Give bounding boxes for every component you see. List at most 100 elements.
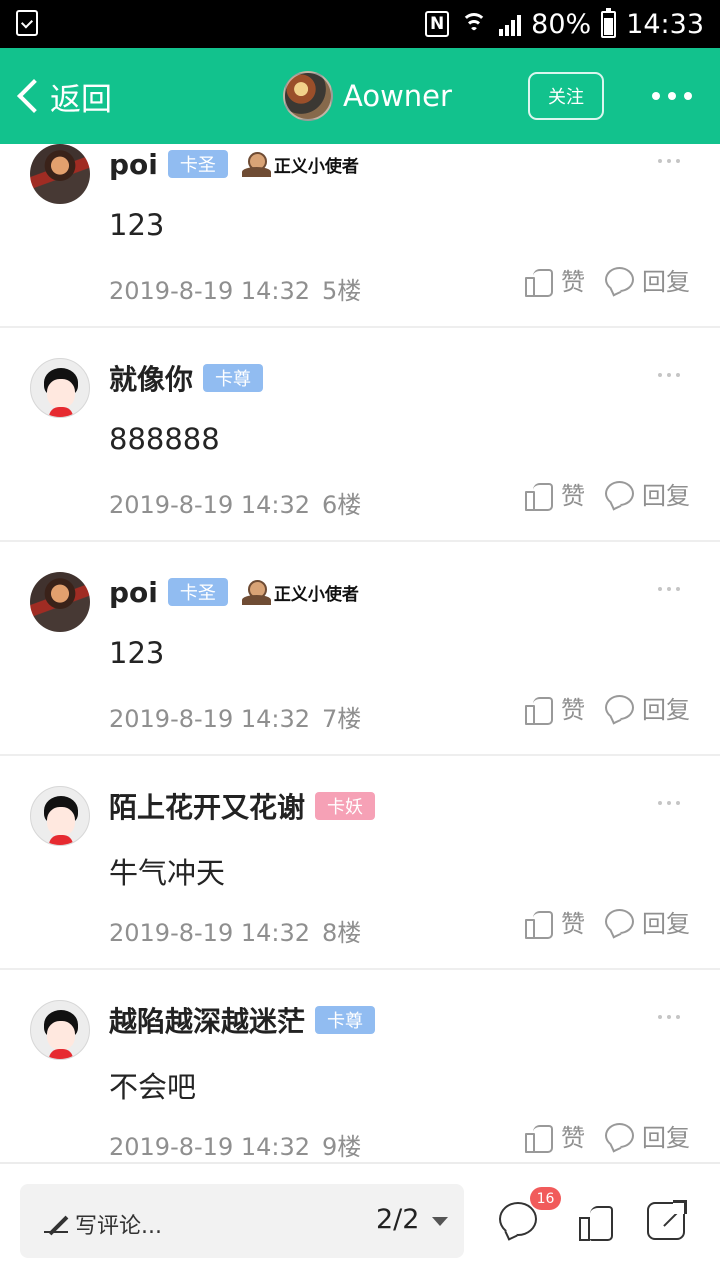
like-label: 赞 xyxy=(561,1124,585,1152)
username[interactable]: 就像你 xyxy=(109,358,193,398)
avatar[interactable] xyxy=(30,1000,90,1060)
comment-item: 就像你 卡尊 888888 2019-8-19 14:32 6楼 赞 回复 xyxy=(0,328,720,542)
floor-number: 9楼 xyxy=(322,1133,362,1161)
back-button[interactable]: 返回 xyxy=(12,72,112,120)
like-button[interactable]: 赞 xyxy=(524,476,585,511)
medal-label: 正义小使者 xyxy=(273,584,359,605)
medal-icon xyxy=(241,579,272,605)
nfc-icon: N xyxy=(425,11,450,37)
floor-number: 8楼 xyxy=(322,919,362,947)
thumbs-up-icon xyxy=(524,907,553,939)
avatar[interactable] xyxy=(30,572,90,632)
comment-meta: 2019-8-19 14:32 8楼 xyxy=(109,913,361,948)
reply-button[interactable]: 回复 xyxy=(605,262,690,297)
comment-actions: 赞 回复 xyxy=(524,904,690,939)
reply-label: 回复 xyxy=(642,1124,690,1152)
thumbs-up-icon xyxy=(524,479,553,511)
comment-meta: 2019-8-19 14:32 9楼 xyxy=(109,1127,361,1162)
avatar[interactable] xyxy=(30,358,90,418)
comment-header: 就像你 卡尊 xyxy=(109,358,264,398)
page-indicator[interactable]: 2/2 xyxy=(376,1204,419,1235)
comment-content: 123 xyxy=(109,636,165,670)
medal-icon xyxy=(241,151,272,177)
medal-badge: 正义小使者 xyxy=(241,151,359,177)
chevron-down-icon[interactable] xyxy=(432,1217,448,1226)
signal-icon xyxy=(499,12,522,36)
comments-button[interactable] xyxy=(499,1202,539,1242)
reply-label: 回复 xyxy=(642,482,690,510)
comment-actions: 赞 回复 xyxy=(524,690,690,725)
chat-bubble-icon xyxy=(605,909,634,934)
author-name[interactable]: Aowner xyxy=(343,79,452,113)
reply-button[interactable]: 回复 xyxy=(605,904,690,939)
comment-item: 陌上花开又花谢 卡妖 牛气冲天 2019-8-19 14:32 8楼 赞 回复 xyxy=(0,756,720,970)
comment-date: 2019-8-19 14:32 xyxy=(109,919,310,947)
like-button[interactable]: 赞 xyxy=(524,690,585,725)
rank-badge: 卡妖 xyxy=(315,792,376,820)
clipboard-check-icon xyxy=(16,10,38,36)
chat-bubble-icon xyxy=(605,695,634,720)
thumbs-up-icon xyxy=(524,693,553,725)
more-horizontal-icon[interactable] xyxy=(658,801,680,805)
battery-icon xyxy=(601,7,617,38)
comment-header: poi 卡圣 正义小使者 xyxy=(109,572,359,612)
like-button[interactable]: 赞 xyxy=(524,904,585,939)
floor-number: 6楼 xyxy=(322,491,362,519)
reply-button[interactable]: 回复 xyxy=(605,690,690,725)
comment-meta: 2019-8-19 14:32 5楼 xyxy=(109,271,361,306)
username[interactable]: poi xyxy=(109,148,158,181)
status-bar: N 80% 14:33 xyxy=(0,0,720,48)
username[interactable]: 陌上花开又花谢 xyxy=(109,786,305,826)
battery-percent: 80% xyxy=(531,8,592,40)
more-horizontal-icon[interactable] xyxy=(658,373,680,377)
like-label: 赞 xyxy=(561,696,585,724)
reply-label: 回复 xyxy=(642,910,690,938)
chat-bubble-icon xyxy=(605,1123,634,1148)
more-horizontal-icon[interactable] xyxy=(658,159,680,163)
chevron-left-icon xyxy=(17,79,51,113)
comment-list: poi 卡圣 正义小使者 123 2019-8-19 14:32 5楼 赞 回复 … xyxy=(0,144,720,1162)
share-icon[interactable] xyxy=(647,1200,687,1240)
comment-item: poi 卡圣 正义小使者 123 2019-8-19 14:32 5楼 赞 回复 xyxy=(0,144,720,328)
thumbs-up-icon xyxy=(524,1121,553,1153)
rank-badge: 卡尊 xyxy=(315,1006,376,1034)
comment-meta: 2019-8-19 14:32 6楼 xyxy=(109,485,361,520)
like-label: 赞 xyxy=(561,268,585,296)
comment-placeholder: 写评论... xyxy=(75,1214,162,1239)
avatar[interactable] xyxy=(30,144,90,204)
like-button[interactable]: 赞 xyxy=(524,262,585,297)
username[interactable]: poi xyxy=(109,576,158,609)
comment-header: 陌上花开又花谢 卡妖 xyxy=(109,786,376,826)
more-horizontal-icon[interactable] xyxy=(658,587,680,591)
author-avatar[interactable] xyxy=(283,71,333,121)
reply-button[interactable]: 回复 xyxy=(605,476,690,511)
comment-date: 2019-8-19 14:32 xyxy=(109,277,310,305)
chat-bubble-icon xyxy=(605,267,634,292)
more-horizontal-icon[interactable] xyxy=(658,1015,680,1019)
comment-date: 2019-8-19 14:32 xyxy=(109,705,310,733)
medal-badge: 正义小使者 xyxy=(241,579,359,605)
rank-badge: 卡圣 xyxy=(167,578,228,606)
comment-header: poi 卡圣 正义小使者 xyxy=(109,144,359,184)
comment-content: 123 xyxy=(109,208,165,242)
bottom-comment-bar: 写评论... 2/2 16 xyxy=(0,1162,720,1280)
reply-button[interactable]: 回复 xyxy=(605,1118,690,1153)
comment-date: 2019-8-19 14:32 xyxy=(109,491,310,519)
status-indicators: N 80% 14:33 xyxy=(425,0,704,48)
comment-item: poi 卡圣 正义小使者 123 2019-8-19 14:32 7楼 赞 回复 xyxy=(0,542,720,756)
rank-badge: 卡圣 xyxy=(167,150,228,178)
follow-button[interactable]: 关注 xyxy=(528,72,604,120)
more-horizontal-icon[interactable] xyxy=(652,92,692,100)
like-label: 赞 xyxy=(561,482,585,510)
comment-content: 888888 xyxy=(109,422,220,456)
comment-count-badge: 16 xyxy=(530,1187,561,1210)
author-info[interactable]: Aowner xyxy=(283,71,452,121)
rank-badge: 卡尊 xyxy=(203,364,264,392)
username[interactable]: 越陷越深越迷茫 xyxy=(109,1000,305,1040)
like-button[interactable]: 赞 xyxy=(524,1118,585,1153)
avatar[interactable] xyxy=(30,786,90,846)
chat-bubble-icon xyxy=(499,1202,537,1236)
thumbs-up-icon[interactable] xyxy=(577,1202,617,1242)
comment-input[interactable]: 写评论... 2/2 xyxy=(20,1184,464,1258)
medal-label: 正义小使者 xyxy=(273,156,359,177)
